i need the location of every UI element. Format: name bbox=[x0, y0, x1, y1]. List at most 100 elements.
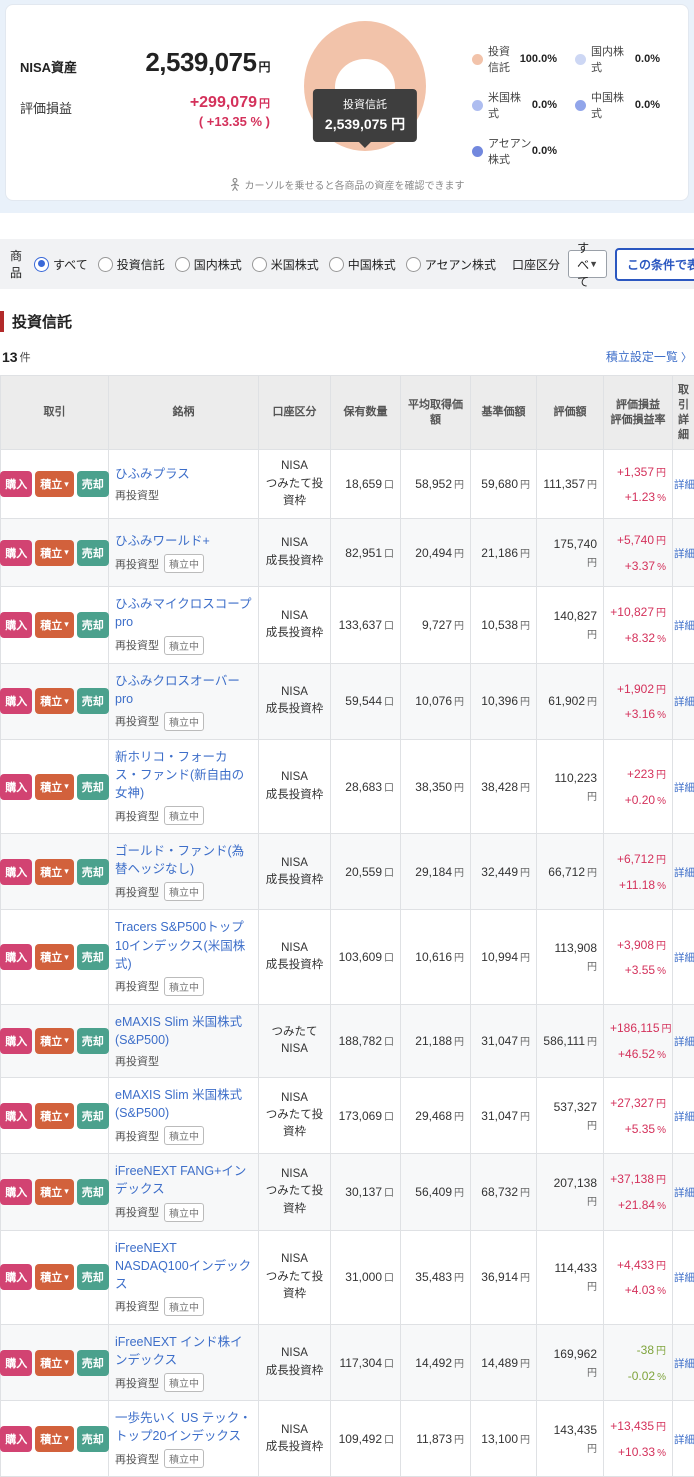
sell-button[interactable]: 売却 bbox=[77, 471, 109, 497]
fund-name-link[interactable]: eMAXIS Slim 米国株式(S&P500) bbox=[115, 1086, 252, 1122]
buy-button[interactable]: 購入 bbox=[0, 1350, 32, 1376]
detail-link[interactable]: 詳細 bbox=[674, 479, 694, 491]
tsumitate-dropdown-button[interactable]: 積立 bbox=[35, 1264, 74, 1290]
tsumitate-dropdown-button[interactable]: 積立 bbox=[35, 1103, 74, 1129]
legend-value: 0.0% bbox=[635, 53, 670, 65]
product-radio[interactable]: すべて bbox=[34, 256, 88, 273]
legend-item: 中国株式 0.0% bbox=[575, 89, 670, 121]
sell-button[interactable]: 売却 bbox=[77, 1264, 109, 1290]
sell-button[interactable]: 売却 bbox=[77, 688, 109, 714]
fund-cell: 新ホリコ・フォーカス・ファンド(新自由の女神) 再投資型 積立中 bbox=[109, 739, 259, 833]
detail-link[interactable]: 詳細 bbox=[674, 1358, 694, 1370]
fund-name-link[interactable]: iFreeNEXT NASDAQ100インデックス bbox=[115, 1239, 252, 1293]
sell-button[interactable]: 売却 bbox=[77, 540, 109, 566]
fund-name-link[interactable]: eMAXIS Slim 米国株式(S&P500) bbox=[115, 1013, 252, 1049]
tsumitate-label: 積立 bbox=[40, 1355, 62, 1371]
buy-button[interactable]: 購入 bbox=[0, 774, 32, 800]
nav-cell: 10,994円 bbox=[471, 910, 537, 1004]
fund-name-link[interactable]: iFreeNEXT FANG+インデックス bbox=[115, 1162, 252, 1198]
tsumitate-dropdown-button[interactable]: 積立 bbox=[35, 688, 74, 714]
table-header-row: 取引銘柄口座区分保有数量平均取得価額基準価額評価額評価損益評価損益率取引詳細 bbox=[1, 376, 694, 450]
buy-button[interactable]: 購入 bbox=[0, 612, 32, 638]
radio-icon bbox=[329, 257, 344, 272]
account-select-value: すべて bbox=[577, 239, 589, 290]
detail-link[interactable]: 詳細 bbox=[674, 696, 694, 708]
nav-cell: 31,047円 bbox=[471, 1004, 537, 1077]
detail-link[interactable]: 詳細 bbox=[674, 1434, 694, 1446]
buy-button[interactable]: 購入 bbox=[0, 1028, 32, 1054]
asset-donut-chart[interactable]: 投資信託 2,539,075 円 bbox=[270, 17, 460, 151]
nav-cell: 32,449円 bbox=[471, 834, 537, 910]
sell-button[interactable]: 売却 bbox=[77, 1028, 109, 1054]
fund-name-link[interactable]: 新ホリコ・フォーカス・ファンド(新自由の女神) bbox=[115, 748, 252, 802]
buy-button[interactable]: 購入 bbox=[0, 1264, 32, 1290]
buy-button[interactable]: 購入 bbox=[0, 688, 32, 714]
fund-name-link[interactable]: 一歩先いく US テック・トップ20インデックス bbox=[115, 1409, 252, 1445]
fund-name-link[interactable]: Tracers S&P500トップ10インデックス(米国株式) bbox=[115, 918, 252, 972]
sell-button[interactable]: 売却 bbox=[77, 1350, 109, 1376]
product-radio[interactable]: 国内株式 bbox=[175, 256, 242, 273]
sell-button[interactable]: 売却 bbox=[77, 774, 109, 800]
fund-type: 再投資型 bbox=[115, 1298, 159, 1314]
legend-label: 国内株式 bbox=[591, 43, 635, 75]
account-type-cell: つみたてNISA bbox=[259, 1004, 331, 1077]
tsumitate-dropdown-button[interactable]: 積立 bbox=[35, 774, 74, 800]
buy-button[interactable]: 購入 bbox=[0, 859, 32, 885]
pl-cell: +186,115円 +46.52% bbox=[604, 1004, 673, 1077]
fund-name-link[interactable]: ゴールド・ファンド(為替ヘッジなし) bbox=[115, 842, 252, 878]
fund-name-link[interactable]: ひふみクロスオーバーpro bbox=[115, 672, 252, 708]
nav-cell: 31,047円 bbox=[471, 1078, 537, 1154]
tsumitate-dropdown-button[interactable]: 積立 bbox=[35, 612, 74, 638]
pl-value-block: +299,079円 ( +13.35 % ) bbox=[98, 94, 270, 129]
detail-link[interactable]: 詳細 bbox=[674, 867, 694, 879]
actions-cell: 購入 積立 売却 bbox=[1, 1004, 109, 1077]
fund-type: 再投資型 bbox=[115, 713, 159, 729]
column-header: 口座区分 bbox=[259, 376, 331, 450]
buy-button[interactable]: 購入 bbox=[0, 944, 32, 970]
tsumitate-label: 積立 bbox=[40, 693, 62, 709]
tsumitate-dropdown-button[interactable]: 積立 bbox=[35, 859, 74, 885]
detail-link[interactable]: 詳細 bbox=[674, 1036, 694, 1048]
radio-icon bbox=[252, 257, 267, 272]
tsumitate-dropdown-button[interactable]: 積立 bbox=[35, 1179, 74, 1205]
tsumitate-dropdown-button[interactable]: 積立 bbox=[35, 944, 74, 970]
detail-link[interactable]: 詳細 bbox=[674, 782, 694, 794]
product-radio[interactable]: 中国株式 bbox=[329, 256, 396, 273]
tsumitate-label: 積立 bbox=[40, 949, 62, 965]
donut-caption-text: カーソルを乗せると各商品の資産を確認できます bbox=[245, 177, 465, 192]
detail-link[interactable]: 詳細 bbox=[674, 1187, 694, 1199]
product-radio[interactable]: 投資信託 bbox=[98, 256, 165, 273]
sell-button[interactable]: 売却 bbox=[77, 1426, 109, 1452]
sell-button[interactable]: 売却 bbox=[77, 612, 109, 638]
product-radio[interactable]: 米国株式 bbox=[252, 256, 319, 273]
fund-name-link[interactable]: iFreeNEXT インド株インデックス bbox=[115, 1333, 252, 1369]
buy-button[interactable]: 購入 bbox=[0, 1426, 32, 1452]
tsumitate-dropdown-button[interactable]: 積立 bbox=[35, 1426, 74, 1452]
detail-link[interactable]: 詳細 bbox=[674, 952, 694, 964]
tsumitate-dropdown-button[interactable]: 積立 bbox=[35, 1350, 74, 1376]
product-radio[interactable]: アセアン株式 bbox=[406, 256, 496, 273]
detail-link[interactable]: 詳細 bbox=[674, 620, 694, 632]
buy-button[interactable]: 購入 bbox=[0, 540, 32, 566]
sell-button[interactable]: 売却 bbox=[77, 859, 109, 885]
buy-button[interactable]: 購入 bbox=[0, 1179, 32, 1205]
tsumitate-dropdown-button[interactable]: 積立 bbox=[35, 540, 74, 566]
fund-name-link[interactable]: ひふみワールド+ bbox=[115, 532, 210, 550]
pl-amount: +299,079円 bbox=[98, 94, 270, 112]
sell-button[interactable]: 売却 bbox=[77, 1179, 109, 1205]
tsumitate-dropdown-button[interactable]: 積立 bbox=[35, 1028, 74, 1054]
detail-link[interactable]: 詳細 bbox=[674, 1111, 694, 1123]
fund-name-link[interactable]: ひふみプラス bbox=[115, 465, 190, 483]
buy-button[interactable]: 購入 bbox=[0, 471, 32, 497]
apply-filter-button[interactable]: この条件で表示する bbox=[615, 248, 694, 281]
detail-link[interactable]: 詳細 bbox=[674, 1272, 694, 1284]
tsumitate-dropdown-button[interactable]: 積立 bbox=[35, 471, 74, 497]
sell-button[interactable]: 売却 bbox=[77, 1103, 109, 1129]
fund-name-link[interactable]: ひふみマイクロスコープpro bbox=[115, 595, 252, 631]
detail-link[interactable]: 詳細 bbox=[674, 548, 694, 560]
account-select[interactable]: すべて bbox=[568, 250, 607, 278]
reserve-settings-link[interactable]: 積立設定一覧 bbox=[606, 348, 692, 365]
buy-button[interactable]: 購入 bbox=[0, 1103, 32, 1129]
sell-button[interactable]: 売却 bbox=[77, 944, 109, 970]
nav-cell: 14,489円 bbox=[471, 1324, 537, 1400]
